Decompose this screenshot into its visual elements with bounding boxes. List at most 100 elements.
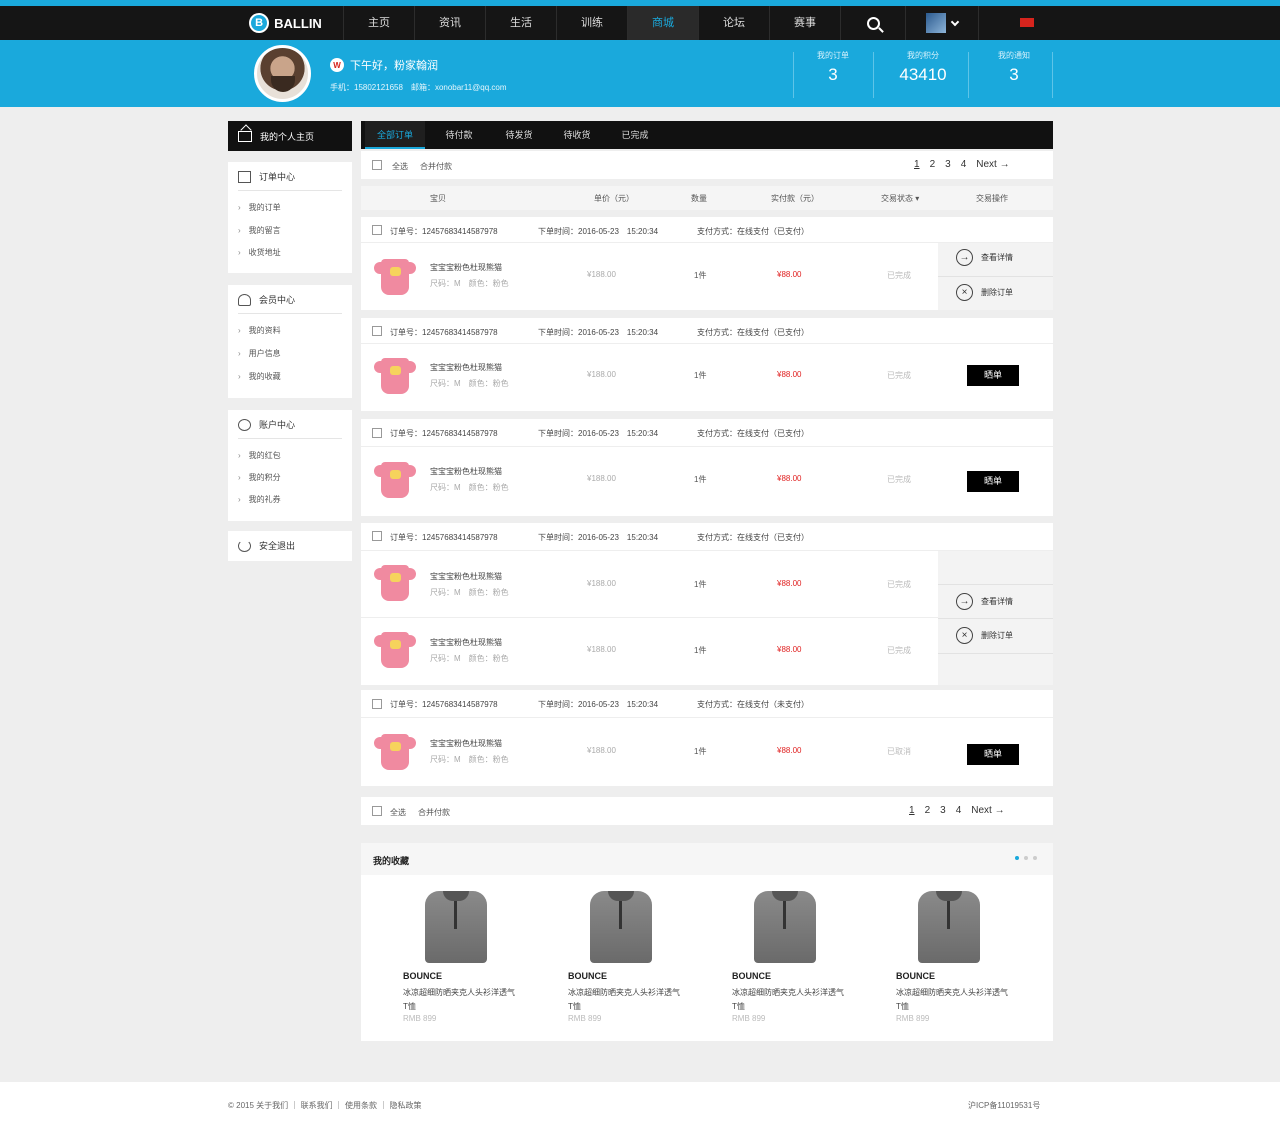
order-item: 宝宝宝粉色杜现熊猫 尺码：M 颜色：粉色 ¥188.00 1件 ¥88.00 已… — [361, 718, 938, 786]
greeting-text: 下午好，粉家翰润 — [350, 60, 438, 72]
order-checkbox[interactable] — [372, 326, 382, 336]
column-header: 交易操作 — [976, 194, 1008, 203]
sidebar-item-user-info[interactable]: 用户信息 — [238, 348, 281, 359]
page-link[interactable]: 2 — [925, 805, 931, 816]
order-item: 宝宝宝粉色杜现熊猫 尺码：M 颜色：粉色 ¥188.00 1件 ¥88.00 已… — [361, 551, 938, 618]
select-all-checkbox[interactable] — [372, 806, 382, 816]
nav-item-training[interactable]: 训练 — [557, 6, 628, 40]
carousel-dot[interactable] — [1015, 856, 1019, 860]
next-page-link[interactable]: Next → — [976, 159, 1009, 170]
product-name[interactable]: 宝宝宝粉色杜现熊猫 — [430, 738, 502, 749]
tab-pending-payment[interactable]: 待付款 — [431, 121, 487, 149]
paid-amount: ¥88.00 — [777, 579, 802, 588]
page-link[interactable]: 3 — [940, 805, 946, 816]
sidebar-item-address[interactable]: 收货地址 — [238, 247, 281, 258]
product-name[interactable]: 宝宝宝粉色杜现熊猫 — [430, 571, 502, 582]
order-header: 订单号：12457683414587978 下单时间：2016-05-23 15… — [361, 690, 1053, 718]
product-thumbnail[interactable] — [374, 632, 416, 668]
sidebar-item-coupons[interactable]: 我的礼券 — [238, 494, 281, 505]
carousel-dot[interactable] — [1024, 856, 1028, 860]
sidebar-item-my-orders[interactable]: 我的订单 — [238, 202, 281, 213]
logout-row: 安全退出 — [238, 539, 295, 552]
merge-pay-link[interactable]: 合并付款 — [418, 807, 450, 818]
order-card: 订单号：12457683414587978 下单时间：2016-05-23 15… — [361, 419, 1053, 516]
status-filter[interactable]: 交易状态 ▾ — [881, 193, 919, 204]
merge-pay-link[interactable]: 合并付款 — [420, 161, 452, 172]
order-checkbox[interactable] — [372, 225, 382, 235]
review-button[interactable]: 晒单 — [967, 365, 1019, 386]
page-link[interactable]: 2 — [930, 159, 936, 170]
pagination: 1 2 3 4 Next → — [914, 159, 1010, 170]
carousel-dot[interactable] — [1033, 856, 1037, 860]
nav-item-news[interactable]: 资讯 — [415, 6, 486, 40]
page-link[interactable]: 1 — [909, 805, 915, 816]
product-thumbnail[interactable] — [374, 358, 416, 394]
sidebar-item-profile[interactable]: 我的资料 — [238, 325, 281, 336]
order-status: 已完成 — [887, 646, 911, 655]
profile-avatar[interactable] — [254, 45, 311, 102]
sidebar-logout[interactable]: 安全退出 — [228, 531, 352, 561]
product-image[interactable] — [918, 891, 980, 963]
product-desc-line: T恤 — [896, 1002, 909, 1011]
product-thumbnail[interactable] — [374, 565, 416, 601]
close-icon: × — [956, 627, 973, 644]
stat-orders[interactable]: 我的订单 3 — [793, 50, 873, 85]
tab-all-orders[interactable]: 全部订单 — [365, 121, 425, 149]
delete-order-button[interactable]: × 删除订单 — [956, 284, 1013, 301]
product-thumbnail[interactable] — [374, 259, 416, 295]
unit-price: ¥188.00 — [587, 474, 616, 483]
view-details-button[interactable]: → 查看详情 — [956, 593, 1013, 610]
page-link[interactable]: 4 — [956, 805, 962, 816]
product-name[interactable]: 宝宝宝粉色杜现熊猫 — [430, 466, 502, 477]
nav-item-home[interactable]: 主页 — [344, 6, 415, 40]
product-image[interactable] — [590, 891, 652, 963]
brand-logo[interactable]: B BALLIN — [228, 6, 344, 40]
paid-amount: ¥88.00 — [777, 474, 802, 483]
sidebar-home-link[interactable]: 我的个人主页 — [228, 121, 352, 151]
page-link[interactable]: 3 — [945, 159, 951, 170]
unit-price: ¥188.00 — [587, 746, 616, 755]
footer-links[interactable]: © 2015 关于我们 ｜ 联系我们 ｜ 使用条款 ｜ 隐私政策 — [228, 1100, 421, 1111]
select-all-checkbox[interactable] — [372, 160, 382, 170]
delete-order-button[interactable]: × 删除订单 — [956, 627, 1013, 644]
column-header: 数量 — [691, 194, 707, 203]
payment-method: 支付方式：在线支付（已支付） — [697, 429, 809, 438]
stat-label: 我的积分 — [907, 51, 939, 60]
review-button[interactable]: 晒单 — [967, 471, 1019, 492]
tab-pending-shipment[interactable]: 待发货 — [491, 121, 547, 149]
sidebar-item-red-packets[interactable]: 我的红包 — [238, 450, 281, 461]
close-icon: × — [956, 284, 973, 301]
tab-completed[interactable]: 已完成 — [607, 121, 663, 149]
sidebar-item-my-messages[interactable]: 我的留言 — [238, 225, 281, 236]
product-thumbnail[interactable] — [374, 462, 416, 498]
weibo-icon: W — [330, 58, 344, 72]
user-menu[interactable] — [905, 6, 979, 40]
sidebar-item-points[interactable]: 我的积分 — [238, 472, 281, 483]
stat-points[interactable]: 我的积分 43410 — [883, 50, 963, 85]
tab-pending-receipt[interactable]: 待收货 — [549, 121, 605, 149]
divider — [238, 190, 342, 191]
order-checkbox[interactable] — [372, 699, 382, 709]
stat-notices[interactable]: 我的通知 3 — [974, 50, 1054, 85]
page-link[interactable]: 4 — [961, 159, 967, 170]
nav-item-mall[interactable]: 商城 — [628, 6, 699, 40]
sidebar-item-favorites[interactable]: 我的收藏 — [238, 371, 281, 382]
pay-button[interactable]: 晒单 — [967, 744, 1019, 765]
search-button[interactable] — [843, 6, 903, 40]
product-name[interactable]: 宝宝宝粉色杜现熊猫 — [430, 637, 502, 648]
product-image[interactable] — [425, 891, 487, 963]
china-flag-icon[interactable] — [1020, 18, 1034, 27]
next-page-link[interactable]: Next → — [971, 805, 1004, 816]
search-icon — [866, 16, 880, 30]
page-link[interactable]: 1 — [914, 159, 920, 170]
nav-item-events[interactable]: 赛事 — [770, 6, 841, 40]
view-details-button[interactable]: → 查看详情 — [956, 249, 1013, 266]
order-checkbox[interactable] — [372, 428, 382, 438]
nav-item-life[interactable]: 生活 — [486, 6, 557, 40]
product-image[interactable] — [754, 891, 816, 963]
product-thumbnail[interactable] — [374, 734, 416, 770]
product-name[interactable]: 宝宝宝粉色杜现熊猫 — [430, 262, 502, 273]
nav-item-forum[interactable]: 论坛 — [699, 6, 770, 40]
order-checkbox[interactable] — [372, 531, 382, 541]
product-name[interactable]: 宝宝宝粉色杜现熊猫 — [430, 362, 502, 373]
